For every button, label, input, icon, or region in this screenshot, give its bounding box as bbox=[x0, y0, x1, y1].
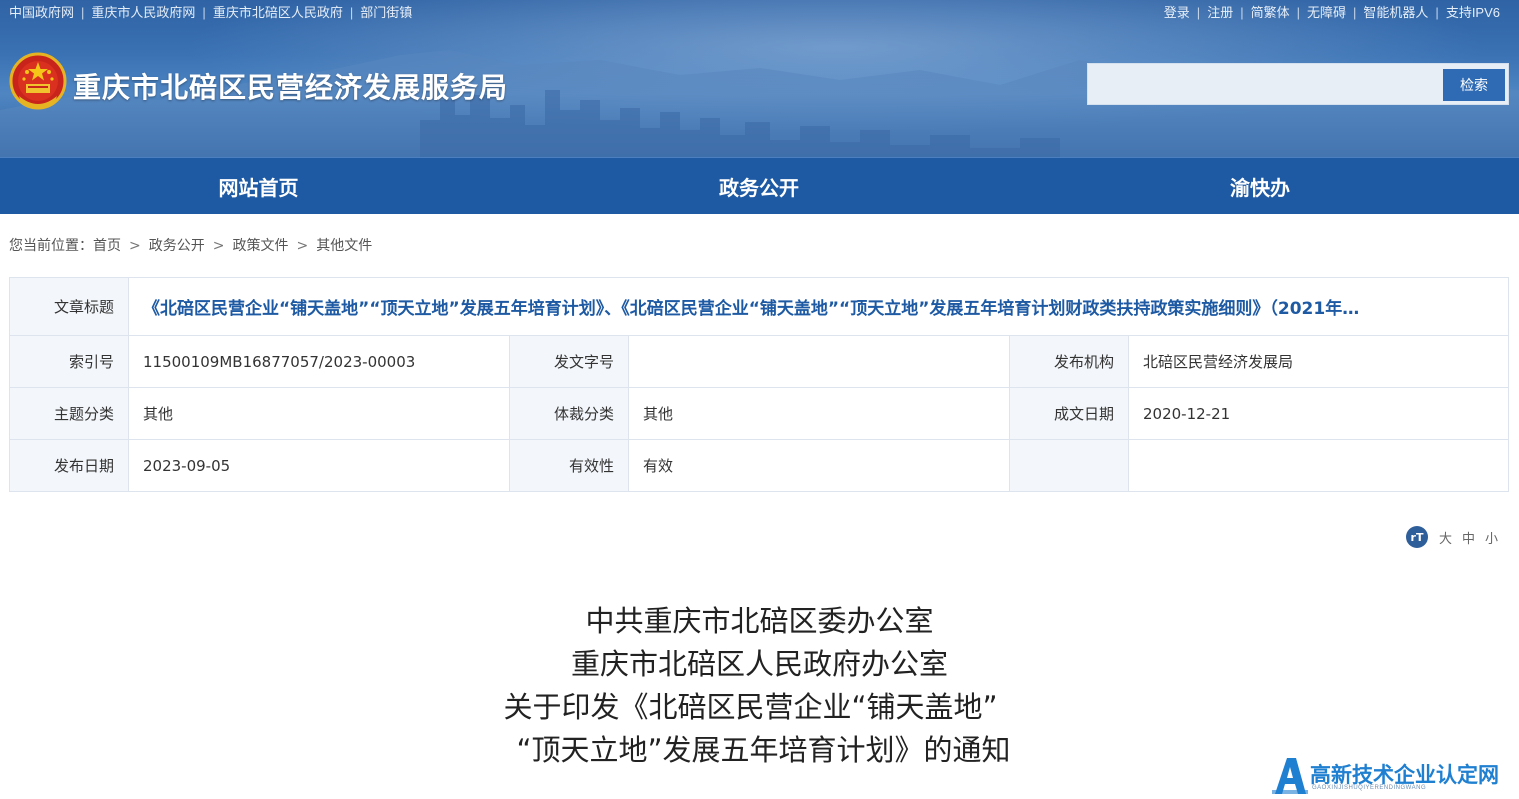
title-cell: 《北碚区民营企业“铺天盖地”“顶天立地”发展五年培育计划》、《北碚区民营企业“铺… bbox=[128, 277, 1509, 336]
font-size-icon: rT bbox=[1406, 526, 1428, 548]
document-info-table: 文章标题 《北碚区民营企业“铺天盖地”“顶天立地”发展五年培育计划》、《北碚区民… bbox=[9, 277, 1509, 492]
index-label: 索引号 bbox=[9, 335, 129, 388]
breadcrumb-policy-documents[interactable]: 政策文件 bbox=[232, 238, 288, 254]
divider: | bbox=[81, 5, 85, 20]
top-link-gov-cn[interactable]: 中国政府网 bbox=[9, 5, 74, 20]
validity-value: 有效 bbox=[628, 439, 1010, 492]
watermark-subtext: GAOXINJISHUQIYERENDINGWANG bbox=[1312, 785, 1427, 791]
breadcrumb-home[interactable]: 首页 bbox=[93, 238, 121, 254]
table-row: 文章标题 《北碚区民营企业“铺天盖地”“顶天立地”发展五年培育计划》、《北碚区民… bbox=[9, 277, 1509, 336]
font-size-small[interactable]: 小 bbox=[1485, 528, 1498, 547]
divider: | bbox=[1296, 5, 1300, 20]
top-link-departments[interactable]: 部门街镇 bbox=[360, 5, 412, 20]
divider: | bbox=[1196, 5, 1201, 20]
top-links-right: 登录 | 注册 | 简繁体 | 无障碍 | 智能机器人 | 支持IPV6 bbox=[1164, 2, 1500, 21]
title-label: 文章标题 bbox=[9, 277, 129, 336]
register-link[interactable]: 注册 bbox=[1207, 5, 1233, 20]
publish-date-value: 2023-09-05 bbox=[128, 439, 510, 492]
site-title: 重庆市北碚区民营经济发展服务局 bbox=[73, 71, 509, 104]
accessibility-link[interactable]: 无障碍 bbox=[1307, 5, 1346, 20]
document-heading: 中共重庆市北碚区委办公室 重庆市北碚区人民政府办公室 关于印发《北碚区民营企业“… bbox=[0, 600, 1519, 772]
font-size-medium[interactable]: 中 bbox=[1462, 528, 1475, 547]
breadcrumb-separator: > bbox=[296, 238, 309, 254]
font-size-large[interactable]: 大 bbox=[1439, 528, 1452, 547]
nav-home[interactable]: 网站首页 bbox=[0, 158, 517, 215]
national-emblem-icon bbox=[9, 52, 67, 110]
heading-line: 中共重庆市北碚区委办公室 bbox=[585, 604, 934, 638]
table-row: 索引号 11500109MB16877057/2023-00003 发文字号 发… bbox=[9, 335, 1509, 388]
empty-label bbox=[1009, 439, 1129, 492]
divider: | bbox=[202, 5, 206, 20]
topic-label: 主题分类 bbox=[9, 387, 129, 440]
doc-number-label: 发文字号 bbox=[509, 335, 629, 388]
ipv6-link[interactable]: 支持IPV6 bbox=[1446, 5, 1500, 20]
publisher-value: 北碚区民营经济发展局 bbox=[1128, 335, 1509, 388]
article-title: 《北碚区民营企业“铺天盖地”“顶天立地”发展五年培育计划》、《北碚区民营企业“铺… bbox=[143, 299, 1360, 319]
login-link[interactable]: 登录 bbox=[1164, 5, 1190, 20]
font-size-control: rT 大 中 小 bbox=[1406, 526, 1503, 548]
divider: | bbox=[1240, 5, 1244, 20]
table-row: 发布日期 2023-09-05 有效性 有效 bbox=[9, 439, 1509, 492]
breadcrumb-other-documents[interactable]: 其他文件 bbox=[316, 238, 372, 254]
search-input[interactable] bbox=[1092, 68, 1442, 100]
breadcrumb-prefix: 您当前位置： bbox=[9, 238, 93, 254]
table-row: 主题分类 其他 体裁分类 其他 成文日期 2020-12-21 bbox=[9, 387, 1509, 440]
heading-line: 重庆市北碚区人民政府办公室 bbox=[570, 647, 948, 681]
top-link-cq-gov[interactable]: 重庆市人民政府网 bbox=[91, 5, 195, 20]
site-header: 中国政府网 | 重庆市人民政府网 | 重庆市北碚区人民政府 | 部门街镇 登录 | 注册 | 简繁体… bbox=[0, 0, 1519, 157]
watermark-logo-icon bbox=[1272, 758, 1308, 794]
robot-link[interactable]: 智能机器人 bbox=[1363, 5, 1428, 20]
topic-value: 其他 bbox=[128, 387, 510, 440]
index-value: 11500109MB16877057/2023-00003 bbox=[128, 335, 510, 388]
main-nav: 网站首页 政务公开 渝快办 bbox=[0, 157, 1519, 214]
search-box: 检索 bbox=[1087, 63, 1509, 105]
nav-yukuaiban[interactable]: 渝快办 bbox=[1001, 158, 1519, 215]
watermark: 高新技术企业认定网 GAOXINJISHUQIYERENDINGWANG bbox=[1272, 754, 1519, 799]
written-date-label: 成文日期 bbox=[1009, 387, 1129, 440]
written-date-value: 2020-12-21 bbox=[1128, 387, 1509, 440]
heading-line: 关于印发《北碚区民营企业“铺天盖地” bbox=[503, 690, 998, 724]
divider: | bbox=[349, 5, 354, 20]
nav-government-affairs[interactable]: 政务公开 bbox=[517, 158, 1001, 215]
empty-value bbox=[1128, 439, 1509, 492]
publisher-label: 发布机构 bbox=[1009, 335, 1129, 388]
breadcrumb-separator: > bbox=[129, 238, 141, 254]
divider: | bbox=[1435, 5, 1439, 20]
genre-label: 体裁分类 bbox=[509, 387, 629, 440]
publish-date-label: 发布日期 bbox=[9, 439, 129, 492]
breadcrumb-government-affairs[interactable]: 政务公开 bbox=[149, 238, 205, 254]
doc-number-value bbox=[628, 335, 1010, 388]
genre-value: 其他 bbox=[628, 387, 1010, 440]
top-link-beibei-gov[interactable]: 重庆市北碚区人民政府 bbox=[213, 5, 343, 20]
simplified-traditional-link[interactable]: 简繁体 bbox=[1251, 5, 1290, 20]
breadcrumb: 您当前位置：首页 > 政务公开 > 政策文件 > 其他文件 bbox=[9, 235, 372, 255]
search-button[interactable]: 检索 bbox=[1443, 69, 1505, 101]
breadcrumb-separator: > bbox=[212, 238, 225, 254]
top-links-left: 中国政府网 | 重庆市人民政府网 | 重庆市北碚区人民政府 | 部门街镇 bbox=[9, 2, 412, 21]
divider: | bbox=[1353, 5, 1357, 20]
validity-label: 有效性 bbox=[509, 439, 629, 492]
